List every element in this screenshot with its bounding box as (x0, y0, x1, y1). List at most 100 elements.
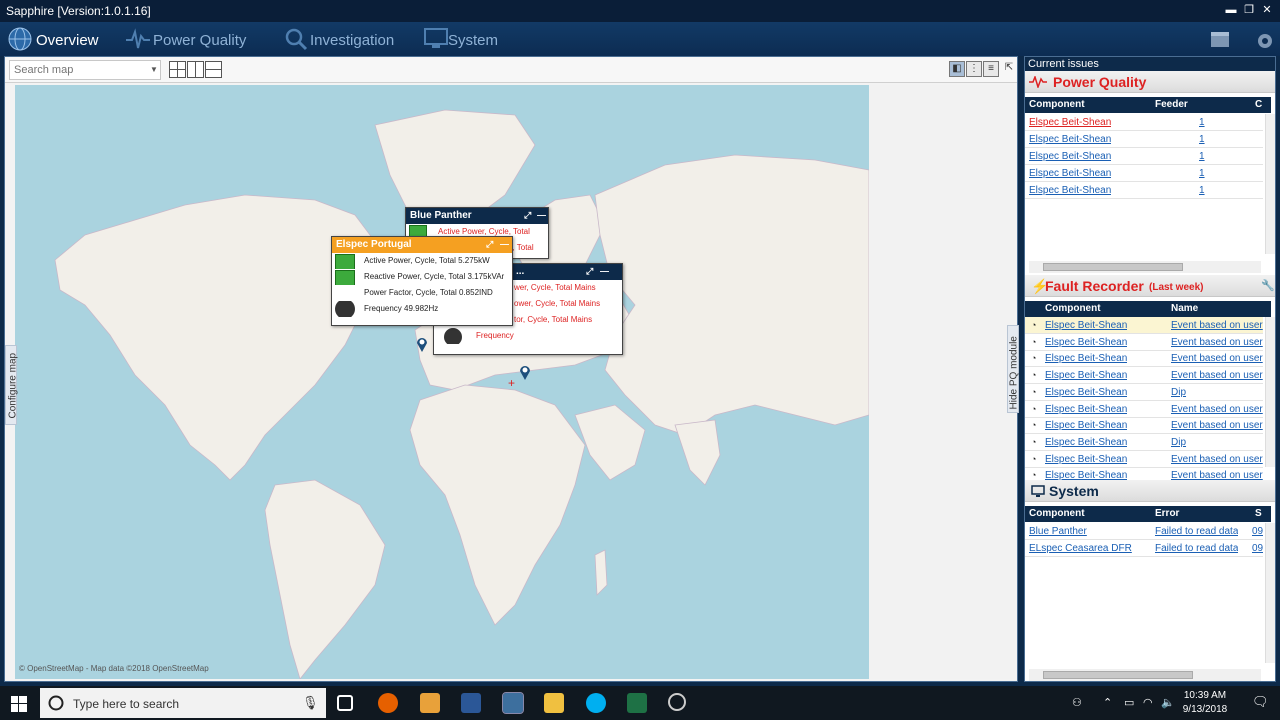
system-section-header[interactable]: System (1025, 480, 1275, 502)
component-link[interactable]: Elspec Beit-Shean (1029, 151, 1111, 162)
col-component[interactable]: Component (1045, 303, 1101, 314)
component-link[interactable]: Elspec Beit-Shean (1045, 320, 1127, 331)
table-row[interactable]: Elspec Beit-Shean 1 (1025, 182, 1263, 199)
event-name-link[interactable]: Event based on user (1171, 320, 1263, 331)
status-link[interactable]: 09 (1252, 543, 1263, 554)
sapphire-app-icon[interactable] (502, 692, 524, 714)
component-link[interactable]: Elspec Beit-Shean (1045, 454, 1127, 465)
table-row[interactable]: ◔ Elspec Beit-Shean Event based on user (1025, 350, 1263, 368)
layout-rows-button[interactable] (205, 61, 222, 78)
obs-icon[interactable] (668, 693, 686, 711)
vertical-scrollbar[interactable] (1265, 317, 1275, 467)
tab-power-quality[interactable]: Power Quality (153, 32, 246, 49)
map-search-input[interactable] (9, 60, 161, 80)
map-marker-icon[interactable] (519, 364, 531, 380)
file-explorer-icon[interactable] (544, 693, 564, 713)
table-row[interactable]: Blue Panther Failed to read data 09 (1025, 523, 1263, 540)
feeder-link[interactable]: 1 (1199, 185, 1205, 196)
word-icon[interactable] (461, 693, 481, 713)
table-row[interactable]: ◔ Elspec Beit-Shean Dip (1025, 384, 1263, 401)
event-name-link[interactable]: Event based on user (1171, 420, 1263, 431)
col-error[interactable]: Error (1155, 508, 1179, 519)
horizontal-scrollbar[interactable] (1029, 669, 1261, 681)
minimize-icon[interactable]: — (537, 210, 546, 220)
elspec-portugal-popup[interactable]: Elspec Portugal ⤢ — Active Power, Cycle,… (331, 236, 513, 326)
component-link[interactable]: Elspec Beit-Shean (1045, 370, 1127, 381)
popout-icon[interactable]: ⇱ (1001, 61, 1017, 77)
world-map[interactable]: © OpenStreetMap - Map data ©2018 OpenStr… (15, 85, 869, 679)
close-button[interactable]: ✕ (1258, 2, 1276, 18)
pin-icon[interactable]: ⋮ (966, 61, 982, 77)
layout-grid-button[interactable] (169, 61, 186, 78)
vertical-scrollbar[interactable] (1265, 523, 1275, 663)
table-row[interactable]: ◔ Elspec Beit-Shean Event based on user (1025, 334, 1263, 351)
firefox-icon[interactable] (378, 693, 398, 713)
component-link[interactable]: Elspec Beit-Shean (1029, 117, 1111, 128)
tab-overview[interactable]: Overview (36, 32, 99, 49)
error-link[interactable]: Failed to read data (1155, 543, 1238, 554)
layout-columns-button[interactable] (187, 61, 204, 78)
power-quality-section-header[interactable]: Power Quality (1025, 71, 1275, 93)
col-s[interactable]: S (1255, 508, 1262, 519)
scrollbar-thumb[interactable] (1043, 263, 1183, 271)
event-name-link[interactable]: Event based on user (1171, 454, 1263, 465)
table-row[interactable]: ELspec Ceasarea DFR Failed to read data … (1025, 540, 1263, 557)
task-view-icon[interactable] (337, 695, 353, 711)
table-row[interactable]: ◔ Elspec Beit-Shean Event based on user (1025, 401, 1263, 418)
calendar-icon[interactable] (1208, 28, 1232, 50)
excel-icon[interactable] (627, 693, 647, 713)
expand-icon[interactable]: ⤢ (586, 266, 593, 277)
component-link[interactable]: Elspec Beit-Shean (1045, 404, 1127, 415)
component-link[interactable]: Elspec Beit-Shean (1029, 185, 1111, 196)
col-component[interactable]: Component (1029, 99, 1085, 110)
microphone-icon[interactable]: 🎙 (302, 695, 319, 711)
error-link[interactable]: Failed to read data (1155, 526, 1238, 537)
table-row[interactable]: ◔ Elspec Beit-Shean Dip (1025, 434, 1263, 451)
feeder-link[interactable]: 1 (1199, 134, 1205, 145)
component-link[interactable]: Blue Panther (1029, 526, 1087, 537)
tab-investigation[interactable]: Investigation (310, 32, 394, 49)
configure-map-tab[interactable]: Configure map (5, 345, 19, 425)
table-row[interactable]: Elspec Beit-Shean 1 (1025, 148, 1263, 165)
map-marker-icon[interactable] (416, 336, 428, 352)
minimize-button[interactable]: ▬ (1222, 2, 1240, 18)
windows-start-icon[interactable] (11, 696, 27, 712)
people-icon[interactable]: ⚇ (1072, 696, 1082, 709)
event-name-link[interactable]: Event based on user (1171, 370, 1263, 381)
event-name-link[interactable]: Dip (1171, 387, 1263, 398)
component-link[interactable]: Elspec Beit-Shean (1029, 134, 1111, 145)
scrollbar-thumb[interactable] (1043, 671, 1193, 679)
table-row[interactable]: ◔ Elspec Beit-Shean Event based on user (1025, 451, 1263, 468)
table-row[interactable]: ◔ Elspec Beit-Shean Event based on user (1025, 417, 1263, 435)
wrench-icon[interactable]: 🔧 (1261, 279, 1275, 292)
component-link[interactable]: Elspec Beit-Shean (1045, 353, 1127, 364)
feeder-link[interactable]: 1 (1199, 151, 1205, 162)
wifi-icon[interactable]: ◠ (1143, 696, 1153, 709)
col-feeder[interactable]: Feeder (1155, 99, 1188, 110)
horizontal-scrollbar[interactable] (1029, 261, 1261, 273)
feeder-link[interactable]: 1 (1199, 117, 1205, 128)
outlook-icon[interactable] (420, 693, 440, 713)
event-name-link[interactable]: Event based on user (1171, 337, 1263, 348)
component-link[interactable]: Elspec Beit-Shean (1045, 387, 1127, 398)
table-row[interactable]: Elspec Beit-Shean 1 (1025, 131, 1263, 148)
list-icon[interactable]: ≡ (983, 61, 999, 77)
skype-icon[interactable] (586, 693, 606, 713)
col-component[interactable]: Component (1029, 508, 1085, 519)
notification-icon[interactable]: 🗨 (1252, 694, 1269, 710)
map-view-icon[interactable]: ◧ (949, 61, 965, 77)
battery-icon[interactable]: ▭ (1124, 696, 1134, 709)
feeder-link[interactable]: 1 (1199, 168, 1205, 179)
event-name-link[interactable]: Event based on user (1171, 404, 1263, 415)
col-c[interactable]: C (1255, 99, 1262, 110)
col-name[interactable]: Name (1171, 303, 1198, 314)
vertical-scrollbar[interactable] (1265, 114, 1275, 254)
component-link[interactable]: Elspec Beit-Shean (1045, 420, 1127, 431)
event-name-link[interactable]: Event based on user (1171, 353, 1263, 364)
status-link[interactable]: 09 (1252, 526, 1263, 537)
minimize-icon[interactable]: — (500, 239, 509, 249)
restore-button[interactable]: ❐ (1240, 2, 1258, 18)
event-name-link[interactable]: Dip (1171, 437, 1263, 448)
hide-pq-module-tab[interactable]: Hide PQ module (1007, 325, 1020, 413)
tab-system[interactable]: System (448, 32, 498, 49)
